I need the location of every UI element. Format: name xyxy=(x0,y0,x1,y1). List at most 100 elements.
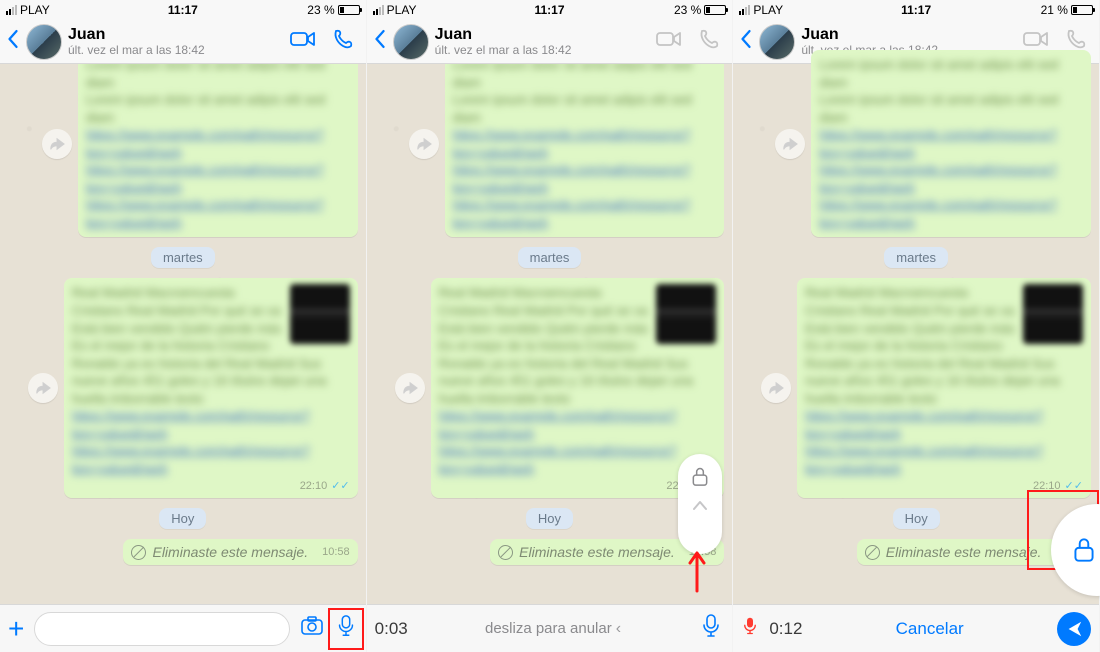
day-separator: Hoy xyxy=(159,508,206,529)
avatar[interactable] xyxy=(759,24,795,60)
chevron-up-icon xyxy=(691,496,709,514)
clock: 11:17 xyxy=(534,3,564,17)
chat-area[interactable]: Lorem ipsum dolor sit amet adipis elit s… xyxy=(0,64,366,604)
clock: 11:17 xyxy=(901,3,931,17)
send-button[interactable] xyxy=(1057,612,1091,646)
message-text: Lorem ipsum dolor sit amet adipis elit s… xyxy=(819,56,1083,91)
battery-icon xyxy=(704,5,726,15)
clock: 11:17 xyxy=(168,3,198,17)
message-bubble[interactable]: Lorem ipsum dolor sit amet adipis elit s… xyxy=(811,50,1091,237)
forward-icon[interactable] xyxy=(775,129,805,159)
read-ticks-icon: ✓✓ xyxy=(1065,479,1083,492)
annotation-arrow-up xyxy=(686,543,708,598)
deleted-text: Eliminaste este mensaje. xyxy=(152,544,308,560)
recording-locked-footer: 0:12 Cancelar xyxy=(733,604,1099,652)
battery-pct: 21 % xyxy=(1041,3,1068,17)
contact-name: Juan xyxy=(68,26,284,44)
status-bar: PLAY 11:17 23 % xyxy=(0,0,366,20)
forward-icon[interactable] xyxy=(395,373,425,403)
last-seen: últ. vez el mar a las 18:42 xyxy=(435,44,651,57)
day-separator: martes xyxy=(884,247,948,268)
screen-recording-locked: PLAY 11:17 21 % Juan últ. vez el mar a l… xyxy=(733,0,1100,652)
title-block[interactable]: Juan últ. vez el mar a las 18:42 xyxy=(68,26,284,57)
message-link: https://www.example.com/path/resource?ke… xyxy=(819,126,1083,161)
camera-button[interactable] xyxy=(300,614,324,643)
message-bubble[interactable]: Real Madrid Macroencuesta Cristiano Real… xyxy=(797,278,1091,498)
signal-icon xyxy=(6,5,17,15)
message-bubble[interactable]: Lorem ipsum dolor sit amet adipis elit s… xyxy=(78,64,358,237)
battery-pct: 23 % xyxy=(307,3,334,17)
chat-area[interactable]: Lorem ipsum dolor sit amet adipis elit s… xyxy=(733,64,1099,604)
input-footer: + xyxy=(0,604,366,652)
back-button[interactable] xyxy=(373,28,387,55)
deleted-text: Eliminaste este mensaje. xyxy=(886,544,1042,560)
forward-icon[interactable] xyxy=(409,129,439,159)
lock-icon xyxy=(690,464,710,488)
chevron-left-icon: ‹ xyxy=(616,620,621,638)
signal-icon xyxy=(373,5,384,15)
message-text: Real Madrid Macroencuesta Cristiano Real… xyxy=(439,284,717,407)
deleted-message[interactable]: Eliminaste este mensaje. 10:58 xyxy=(123,539,357,565)
message-time: 22:10 xyxy=(300,480,328,492)
message-link: https://www.example.com/path/resource?ke… xyxy=(805,407,1083,442)
video-call-button xyxy=(656,28,682,55)
slide-to-cancel[interactable]: desliza para anular ‹ xyxy=(418,620,689,638)
carrier-label: PLAY xyxy=(753,3,783,17)
message-link: https://www.example.com/path/resource?ke… xyxy=(453,126,717,161)
message-bubble[interactable]: Lorem ipsum dolor sit amet adipis elit s… xyxy=(445,64,725,237)
message-time: 10:58 xyxy=(322,546,350,558)
day-separator: Hoy xyxy=(893,508,940,529)
signal-icon xyxy=(739,5,750,15)
forward-icon[interactable] xyxy=(761,373,791,403)
day-separator: martes xyxy=(151,247,215,268)
contact-name: Juan xyxy=(801,26,1017,44)
video-call-button[interactable] xyxy=(290,28,316,55)
screen-recording-slide: PLAY 11:17 23 % Juan últ. vez el mar a l… xyxy=(367,0,734,652)
day-separator: Hoy xyxy=(526,508,573,529)
slide-up-lock-indicator[interactable] xyxy=(678,454,722,554)
recording-timer: 0:12 xyxy=(769,619,802,639)
recording-mic-button[interactable] xyxy=(698,613,724,644)
message-input[interactable] xyxy=(34,612,289,646)
back-button[interactable] xyxy=(6,28,20,55)
read-ticks-icon: ✓✓ xyxy=(331,479,349,492)
deleted-text: Eliminaste este mensaje. xyxy=(519,544,675,560)
chat-header: Juan últ. vez el mar a las 18:42 xyxy=(0,20,366,64)
forward-icon[interactable] xyxy=(28,373,58,403)
message-text: Lorem ipsum dolor sit amet adipis elit s… xyxy=(453,64,717,91)
prohibited-icon xyxy=(131,545,146,560)
battery-icon xyxy=(338,5,360,15)
battery-pct: 23 % xyxy=(674,3,701,17)
title-block[interactable]: Juan últ. vez el mar a las 18:42 xyxy=(435,26,651,57)
avatar[interactable] xyxy=(26,24,62,60)
battery-icon xyxy=(1071,5,1093,15)
message-link: https://www.example.com/path/resource?ke… xyxy=(439,407,717,442)
message-time: 22:10 xyxy=(1033,480,1061,492)
forward-icon[interactable] xyxy=(42,129,72,159)
message-text: Lorem ipsum dolor sit amet adipis elit s… xyxy=(86,64,350,91)
carrier-label: PLAY xyxy=(20,3,50,17)
message-link: https://www.example.com/path/resource?ke… xyxy=(72,407,350,442)
voice-call-button[interactable] xyxy=(330,28,356,55)
carrier-label: PLAY xyxy=(387,3,417,17)
chat-area[interactable]: Lorem ipsum dolor sit amet adipis elit s… xyxy=(367,64,733,604)
record-voice-button[interactable] xyxy=(334,614,358,643)
contact-name: Juan xyxy=(435,26,651,44)
avatar[interactable] xyxy=(393,24,429,60)
status-bar: PLAY 11:17 21 % xyxy=(733,0,1099,20)
chat-header: Juan últ. vez el mar a las 18:42 xyxy=(367,20,733,64)
back-button[interactable] xyxy=(739,28,753,55)
attach-button[interactable]: + xyxy=(8,615,24,643)
message-bubble[interactable]: Real Madrid Macroencuesta Cristiano Real… xyxy=(64,278,358,498)
prohibited-icon xyxy=(498,545,513,560)
voice-call-button xyxy=(696,28,722,55)
cancel-recording-button[interactable]: Cancelar xyxy=(812,619,1047,639)
screen-idle: PLAY 11:17 23 % Juan últ. vez el mar a l… xyxy=(0,0,367,652)
message-link: https://www.example.com/path/resource?ke… xyxy=(86,126,350,161)
recording-footer: 0:03 desliza para anular ‹ xyxy=(367,604,733,652)
recording-indicator-icon xyxy=(741,614,759,643)
prohibited-icon xyxy=(865,545,880,560)
day-separator: martes xyxy=(518,247,582,268)
message-text: Real Madrid Macroencuesta Cristiano Real… xyxy=(805,284,1083,407)
last-seen: últ. vez el mar a las 18:42 xyxy=(68,44,284,57)
